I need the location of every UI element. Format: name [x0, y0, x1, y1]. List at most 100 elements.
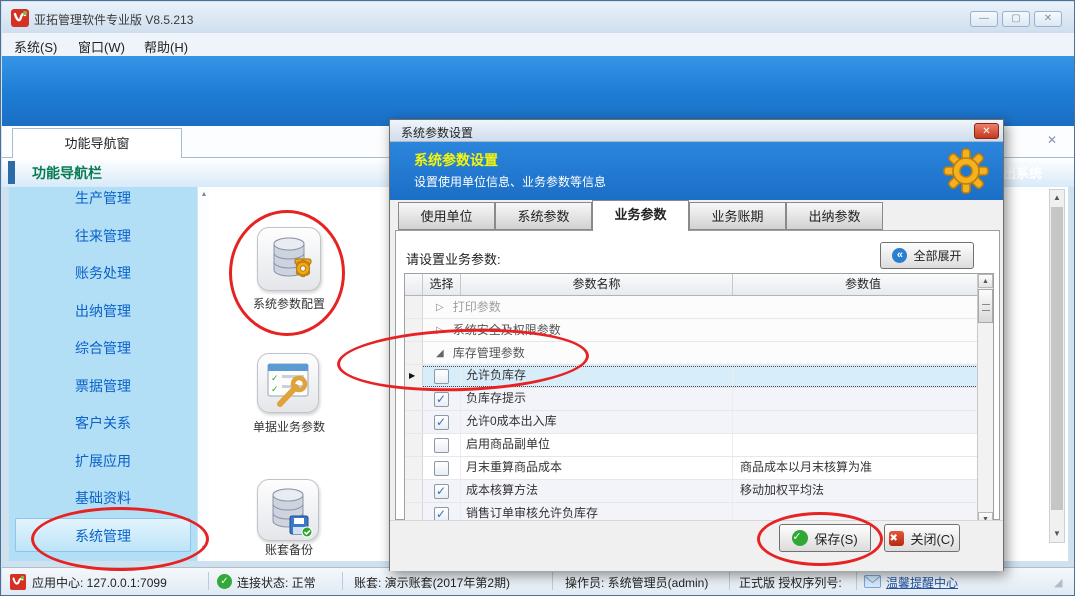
brand-banner: 亚拓软件 · 精细化管理软件倡导者 退出系统: [2, 56, 1074, 126]
status-reminder-center-link[interactable]: 温馨提醒中心: [886, 574, 958, 591]
menu-system[interactable]: 系统(S): [14, 37, 57, 56]
param-name: 启用商品副单位: [461, 434, 733, 456]
annotation-circle-system-mgmt: [31, 507, 209, 571]
param-value: [733, 411, 993, 433]
param-checkbox[interactable]: [434, 392, 449, 407]
expand-all-button[interactable]: « 全部展开: [880, 242, 974, 269]
app-window: 亚拓管理软件专业版 V8.5.213 — ▢ ✕ 系统(S) 窗口(W) 帮助(…: [0, 0, 1075, 596]
shortcut-label[interactable]: 账套备份: [219, 541, 359, 558]
sidebar-item-invoice[interactable]: 票据管理: [15, 371, 191, 401]
svg-text:✓: ✓: [271, 384, 279, 394]
window-title: 亚拓管理软件专业版 V8.5.213: [34, 11, 193, 28]
table-row[interactable]: 启用商品副单位: [405, 434, 993, 457]
params-prompt: 请设置业务参数:: [406, 249, 501, 268]
header-select[interactable]: 选择: [423, 274, 461, 295]
dialog-header-banner: 系统参数设置 设置使用单位信息、业务参数等信息: [390, 142, 1003, 200]
status-bar: 应用中心: 127.0.0.1:7099 ✓ 连接状态: 正常 账套: 演示账套…: [2, 567, 1074, 595]
sidebar-item-contacts[interactable]: 往来管理: [15, 221, 191, 251]
sidebar-item-accounting[interactable]: 账务处理: [15, 258, 191, 288]
database-backup-icon: [258, 480, 318, 540]
close-button[interactable]: ✕: [1034, 11, 1062, 27]
svg-text:✓: ✓: [271, 373, 279, 383]
param-name: 允许0成本出入库: [461, 411, 733, 433]
status-ok-icon: ✓: [217, 574, 232, 589]
table-row-group[interactable]: 打印参数: [405, 296, 993, 319]
table-header: 选择 参数名称 参数值: [405, 274, 993, 296]
tab-business-params[interactable]: 业务参数: [592, 200, 689, 231]
header-accent-bar: [8, 161, 15, 184]
header-gutter: [405, 274, 423, 295]
group-name: 打印参数: [453, 297, 501, 318]
param-checkbox[interactable]: [434, 461, 449, 476]
scroll-thumb[interactable]: [978, 289, 993, 323]
annotation-circle-system-params: [229, 210, 345, 336]
dialog-header-subtitle: 设置使用单位信息、业务参数等信息: [414, 173, 606, 190]
status-operator: 操作员: 系统管理员(admin): [565, 574, 708, 591]
sidebar-item-general[interactable]: 综合管理: [15, 333, 191, 363]
status-separator: [342, 572, 343, 590]
param-checkbox[interactable]: [434, 484, 449, 499]
scroll-up-icon[interactable]: ▲: [1050, 190, 1064, 206]
sidebar-item-production[interactable]: 生产管理: [15, 183, 191, 213]
dialog-close-button[interactable]: ✕: [974, 123, 999, 139]
menu-window[interactable]: 窗口(W): [78, 37, 125, 56]
shortcut-backup[interactable]: [257, 479, 319, 541]
tab-system-params[interactable]: 系统参数: [495, 202, 592, 230]
header-param-name[interactable]: 参数名称: [461, 274, 733, 295]
table-scrollbar[interactable]: ▲ ▼: [977, 274, 993, 526]
status-separator: [208, 572, 209, 590]
scroll-down-icon[interactable]: ▼: [1050, 526, 1064, 542]
nav-sidebar: 生产管理 往来管理 账务处理 出纳管理 综合管理 票据管理 客户关系 扩展应用 …: [9, 187, 197, 561]
table-row[interactable]: 月末重算商品成本 商品成本以月末核算为准: [405, 457, 993, 480]
resize-grip[interactable]: ◢: [1054, 576, 1062, 589]
row-gutter: [405, 480, 423, 502]
scroll-thumb[interactable]: [1051, 207, 1063, 510]
sidebar-item-crm[interactable]: 客户关系: [15, 408, 191, 438]
tab-close-icon[interactable]: ✕: [1047, 133, 1057, 147]
sidebar-item-extension[interactable]: 扩展应用: [15, 446, 191, 476]
shortcut-doc-params[interactable]: ✓ ✓: [257, 353, 319, 413]
minimize-button[interactable]: —: [970, 11, 998, 27]
param-value: 移动加权平均法: [733, 480, 993, 502]
sidebar-item-cashier[interactable]: 出纳管理: [15, 296, 191, 326]
scroll-up-icon[interactable]: ▲: [199, 191, 209, 198]
close-dialog-button[interactable]: ✖ 关闭(C): [884, 524, 960, 552]
tab-business-period[interactable]: 业务账期: [689, 202, 786, 230]
menu-help[interactable]: 帮助(H): [144, 37, 188, 56]
status-account-set: 账套: 演示账套(2017年第2期): [354, 574, 510, 591]
menu-bar: 系统(S) 窗口(W) 帮助(H): [2, 33, 1074, 56]
tab-function-nav[interactable]: 功能导航窗: [12, 128, 182, 158]
expander-icon[interactable]: [436, 296, 444, 318]
close-x-icon: ✖: [889, 531, 904, 546]
tab-cashier-params[interactable]: 出纳参数: [786, 202, 883, 230]
app-logo-icon: [10, 574, 26, 590]
dialog-title: 系统参数设置: [401, 124, 473, 141]
param-checkbox[interactable]: [434, 438, 449, 453]
table-row[interactable]: 负库存提示: [405, 388, 993, 411]
content-scrollbar[interactable]: ▲ ▼: [1049, 189, 1065, 543]
param-value: [733, 365, 993, 387]
status-separator: [856, 572, 857, 590]
param-value: 商品成本以月末核算为准: [733, 457, 993, 479]
status-connection: 连接状态: 正常: [237, 574, 316, 591]
param-checkbox[interactable]: [434, 415, 449, 430]
shortcut-label[interactable]: 单据业务参数: [219, 418, 359, 435]
app-logo-icon: [11, 9, 29, 27]
status-app-center: 应用中心: 127.0.0.1:7099: [32, 574, 167, 591]
annotation-circle-save: [757, 512, 883, 566]
param-name: 成本核算方法: [461, 480, 733, 502]
sidebar-scrollbar[interactable]: ▲ ▼: [197, 187, 209, 561]
table-row[interactable]: 允许0成本出入库: [405, 411, 993, 434]
scroll-up-icon[interactable]: ▲: [978, 274, 993, 288]
expand-all-label: 全部展开: [913, 247, 961, 264]
row-gutter: [405, 296, 423, 318]
maximize-button[interactable]: ▢: [1002, 11, 1030, 27]
tab-company-info[interactable]: 使用单位: [398, 202, 495, 230]
params-table: 选择 参数名称 参数值 打印参数 系统安全及权限参数 库存管理参数: [404, 273, 994, 527]
status-license: 正式版 授权序列号:: [739, 574, 842, 591]
gear-icon: [943, 148, 989, 194]
form-wrench-icon: ✓ ✓: [258, 354, 318, 412]
table-row[interactable]: 成本核算方法 移动加权平均法: [405, 480, 993, 503]
mail-icon: [864, 575, 881, 588]
header-param-value[interactable]: 参数值: [733, 274, 993, 295]
